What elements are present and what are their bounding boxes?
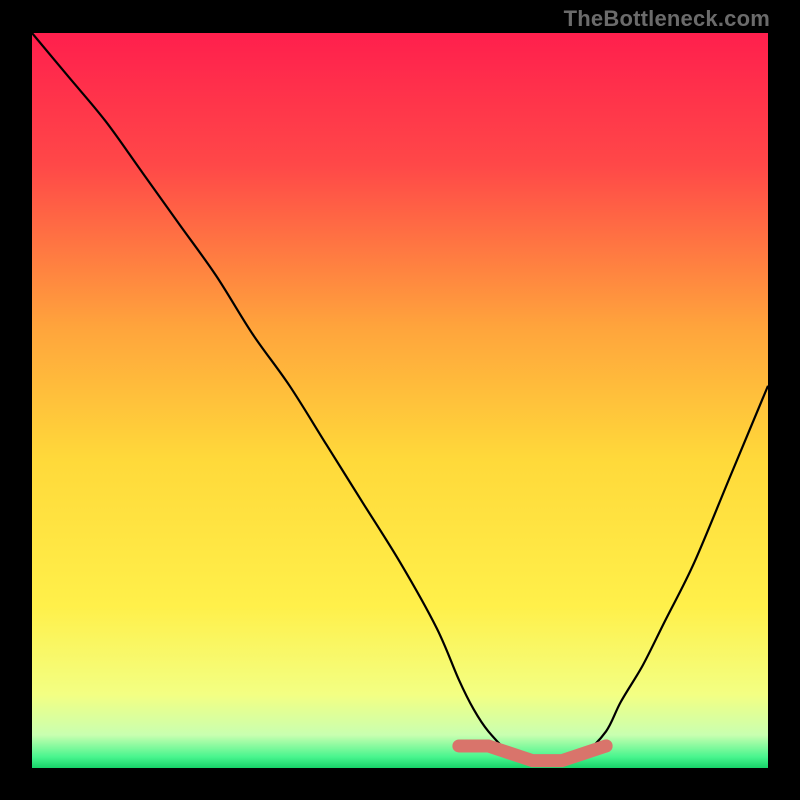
background-gradient: [32, 33, 768, 768]
watermark-text: TheBottleneck.com: [564, 6, 770, 32]
plot-area: [32, 33, 768, 768]
